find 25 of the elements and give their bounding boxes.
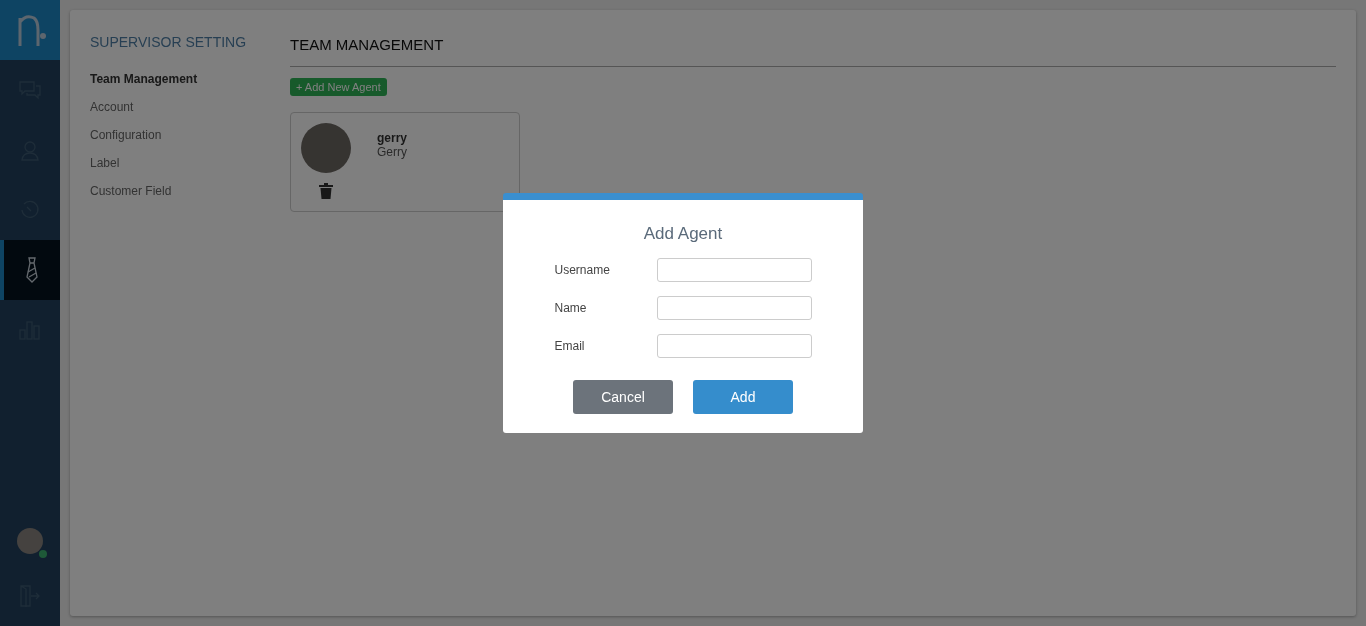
input-field[interactable] bbox=[656, 334, 812, 358]
cancel-button[interactable]: Cancel bbox=[573, 380, 673, 414]
field-label: Name bbox=[554, 301, 588, 315]
settings-menu-item[interactable]: Configuration bbox=[90, 128, 290, 142]
trash-icon[interactable] bbox=[319, 183, 333, 199]
dialog-title: Add Agent bbox=[643, 224, 723, 244]
section-title: SUPERVISOR SETTING bbox=[90, 34, 248, 50]
settings-menu-item[interactable]: Account bbox=[90, 100, 290, 114]
settings-menu-item[interactable]: Label bbox=[90, 156, 290, 170]
page-title: TEAM MANAGEMENT bbox=[290, 35, 444, 53]
settings-menu-item[interactable]: Team Management bbox=[90, 72, 290, 86]
photo-placeholder bbox=[301, 123, 351, 173]
field-label: Username bbox=[554, 263, 611, 277]
field-label: Email bbox=[554, 339, 586, 353]
settings-menu-item[interactable]: Customer Field bbox=[90, 184, 290, 198]
user-avatar[interactable] bbox=[17, 528, 43, 554]
tie-icon bbox=[25, 257, 39, 283]
nav-item[interactable] bbox=[0, 240, 60, 300]
logo-icon bbox=[0, 0, 60, 60]
add-agent-button[interactable]: + Add New Agent bbox=[290, 78, 387, 96]
add-button[interactable]: Add bbox=[693, 380, 793, 414]
agent-username: gerry bbox=[377, 131, 408, 145]
input-field[interactable] bbox=[656, 258, 812, 282]
agent-name: Gerry bbox=[377, 145, 408, 159]
input-field[interactable] bbox=[656, 296, 812, 320]
